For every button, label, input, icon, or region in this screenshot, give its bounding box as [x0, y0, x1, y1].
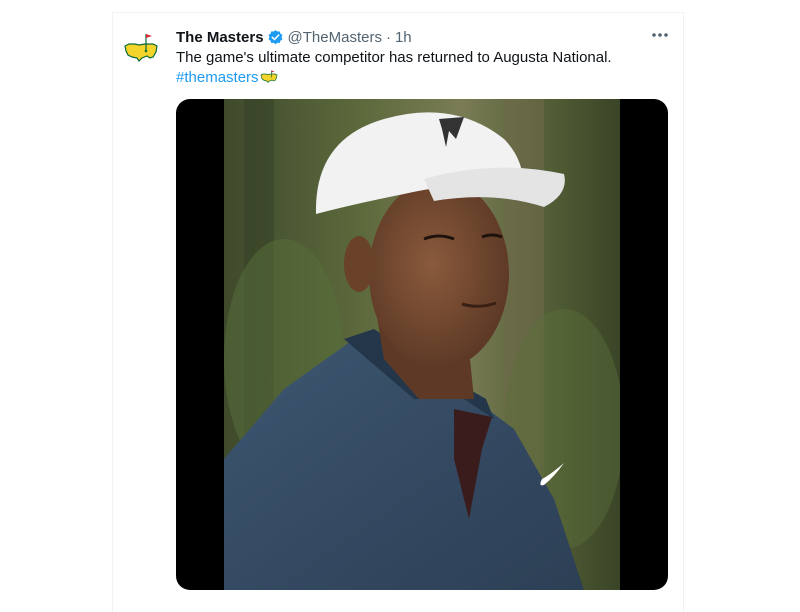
timestamp[interactable]: 1h [395, 29, 412, 46]
verified-badge-icon [268, 29, 282, 44]
more-options-icon [652, 33, 668, 37]
display-name[interactable]: The Masters [176, 29, 264, 46]
masters-logo-icon [260, 70, 277, 84]
tweet-body: The game's ultimate competitor has retur… [176, 49, 612, 66]
handle[interactable]: @TheMasters [288, 29, 382, 46]
hashtag-line: #themasters [176, 68, 612, 88]
tweet-media[interactable] [176, 99, 668, 590]
avatar[interactable] [123, 30, 159, 66]
hashtag-link[interactable]: #themasters [176, 69, 259, 86]
tweet-text: The game's ultimate competitor has retur… [176, 48, 612, 88]
separator: · [385, 28, 391, 46]
masters-logo-icon [124, 34, 158, 62]
more-options-button[interactable] [648, 26, 672, 46]
tweet-header: The Masters @TheMasters · 1h [176, 27, 412, 47]
player-photo [224, 99, 620, 590]
